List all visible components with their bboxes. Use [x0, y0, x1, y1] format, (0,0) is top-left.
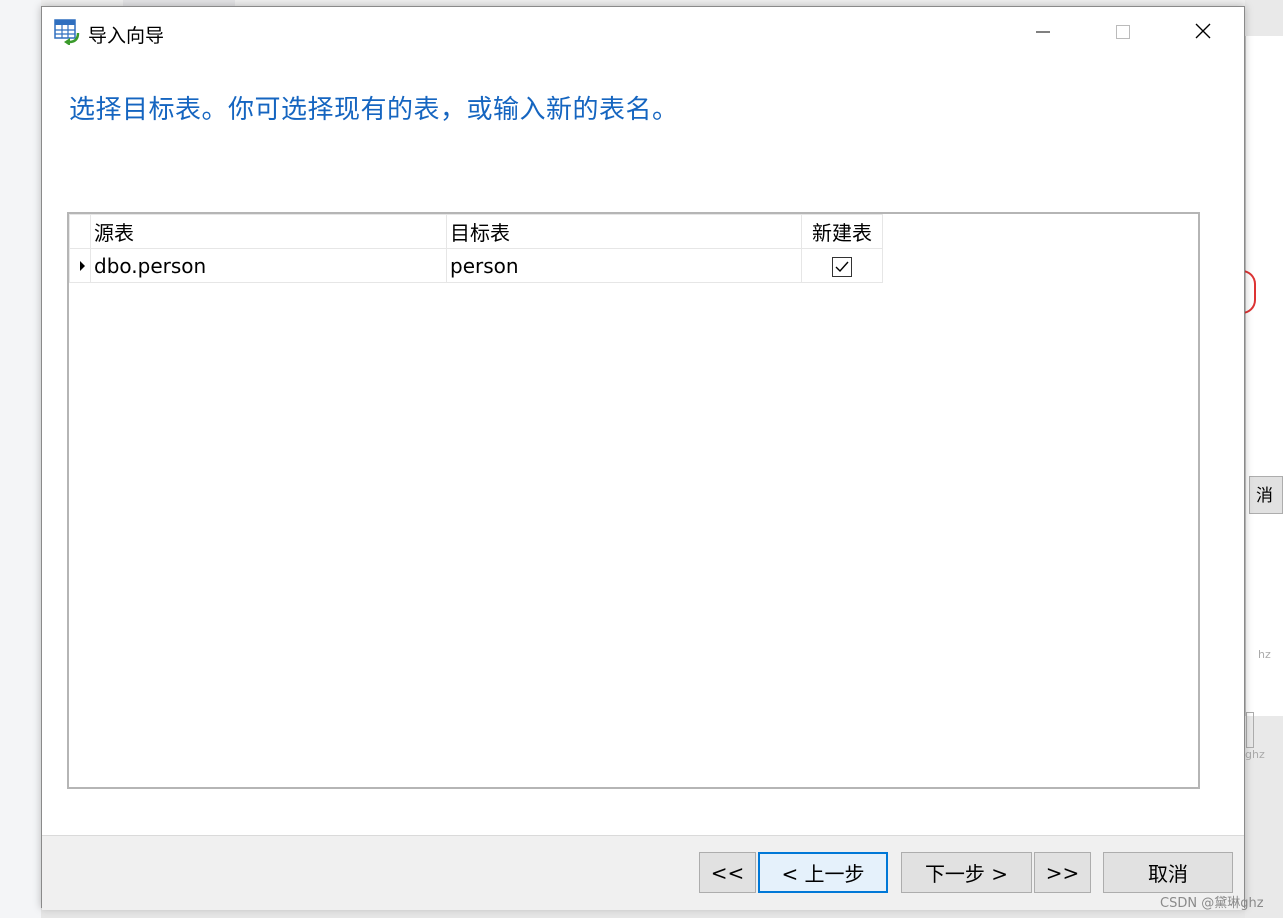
watermark: CSDN @黛琳ghz [1160, 896, 1264, 911]
column-header-target[interactable]: 目标表 [446, 214, 802, 249]
first-step-button[interactable]: << [699, 852, 756, 893]
row-header-corner [69, 214, 91, 249]
column-header-new-table[interactable]: 新建表 [801, 214, 883, 249]
table-import-icon [54, 19, 80, 46]
row-selector[interactable] [69, 248, 91, 283]
next-step-button[interactable]: 下一步 > [901, 852, 1032, 893]
grid-header-row: 源表 目标表 新建表 [69, 214, 883, 249]
close-icon [1195, 23, 1211, 43]
mapping-table: 源表 目标表 新建表 dbo.person person [69, 214, 883, 283]
window-title: 导入向导 [88, 25, 165, 47]
background-text: ghz [1245, 748, 1265, 761]
cancel-button[interactable]: 取消 [1103, 852, 1233, 893]
current-row-arrow-icon [80, 260, 85, 271]
minimize-icon [1036, 24, 1050, 43]
new-table-cell[interactable] [801, 248, 883, 283]
source-table-cell[interactable]: dbo.person [90, 248, 447, 283]
target-table-cell[interactable]: person [446, 248, 802, 283]
button-bar: << < 上一步 下一步 > >> 取消 [42, 835, 1244, 910]
table-mapping-grid[interactable]: 源表 目标表 新建表 dbo.person person [67, 212, 1200, 789]
maximize-icon [1116, 24, 1130, 43]
minimize-button[interactable] [1002, 7, 1084, 59]
previous-step-button[interactable]: < 上一步 [758, 852, 888, 893]
instruction-heading: 选择目标表。你可选择现有的表，或输入新的表名。 [69, 95, 679, 125]
background-dialog-panel [1245, 36, 1283, 716]
import-wizard-dialog: 导入向导 选择目标表。你可选择现有的表，或输入新的表名。 源表 目标表 新建表 … [41, 6, 1245, 910]
close-button[interactable] [1162, 7, 1244, 59]
background-text: hz [1258, 648, 1271, 661]
background-cancel-button[interactable]: 消 [1249, 476, 1283, 514]
table-row[interactable]: dbo.person person [69, 248, 883, 283]
new-table-checkbox[interactable] [832, 257, 852, 277]
maximize-button[interactable] [1082, 7, 1164, 59]
checkmark-icon [835, 261, 849, 273]
title-bar[interactable]: 导入向导 [42, 7, 1244, 59]
column-header-source[interactable]: 源表 [90, 214, 447, 249]
background-button-edge [1246, 712, 1254, 748]
last-step-button[interactable]: >> [1034, 852, 1091, 893]
background-window-left [0, 0, 41, 918]
